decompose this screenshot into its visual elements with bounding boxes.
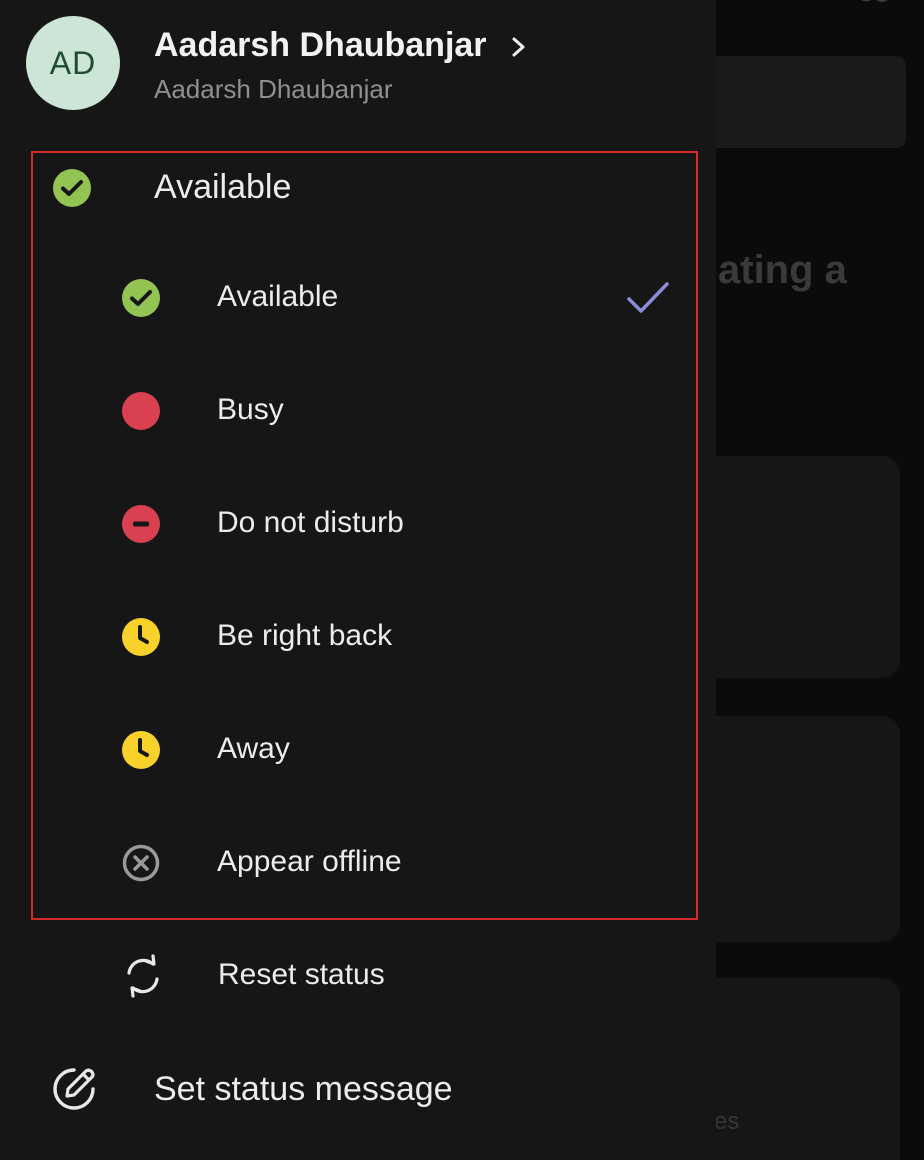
status-option-label: Away [217,732,290,765]
reset-status-button[interactable]: Reset status [36,946,690,1006]
background-search-bar [716,56,906,148]
current-status-row[interactable]: Available [0,158,700,218]
clock-icon [122,618,160,656]
reset-refresh-icon [127,954,159,998]
add-person-icon [860,0,888,2]
background-heading: ating a [718,248,847,292]
background-text: es [716,1108,740,1135]
status-option-label: Be right back [217,619,393,652]
selected-checkmark-icon [627,282,669,313]
profile-name[interactable]: Aadarsh Dhaubanjar [154,26,487,65]
chevron-right-icon[interactable] [510,36,528,58]
clock-icon [122,731,160,769]
background-card [716,978,900,1160]
status-option-label: Do not disturb [217,506,404,539]
offline-x-icon [122,844,160,882]
status-option-available[interactable]: Available [36,268,690,328]
avatar[interactable]: AD [26,16,120,110]
profile-subtitle: Aadarsh Dhaubanjar [154,74,393,104]
background-card [716,716,900,942]
status-option-be-right-back[interactable]: Be right back [36,607,690,667]
status-drawer: AD Aadarsh Dhaubanjar Aadarsh Dhaubanjar… [0,0,716,1160]
status-option-busy[interactable]: Busy [36,381,690,441]
set-status-message-button[interactable]: Set status message [0,1058,700,1118]
edit-pencil-icon [53,1068,95,1110]
status-option-label: Appear offline [217,845,402,878]
reset-status-label: Reset status [218,958,385,991]
background-content: ating a es [716,0,924,1160]
available-check-icon [53,169,91,207]
busy-dot-icon [122,392,160,430]
status-option-label: Available [217,280,339,313]
background-card [716,456,900,678]
available-check-icon [122,279,160,317]
status-option-appear-offline[interactable]: Appear offline [36,833,690,893]
dnd-minus-icon [122,505,160,543]
status-option-away[interactable]: Away [36,720,690,780]
current-status-label: Available [154,168,292,206]
set-status-message-label: Set status message [154,1070,453,1108]
status-option-label: Busy [217,393,284,426]
avatar-initials: AD [49,44,97,81]
status-option-do-not-disturb[interactable]: Do not disturb [36,494,690,554]
